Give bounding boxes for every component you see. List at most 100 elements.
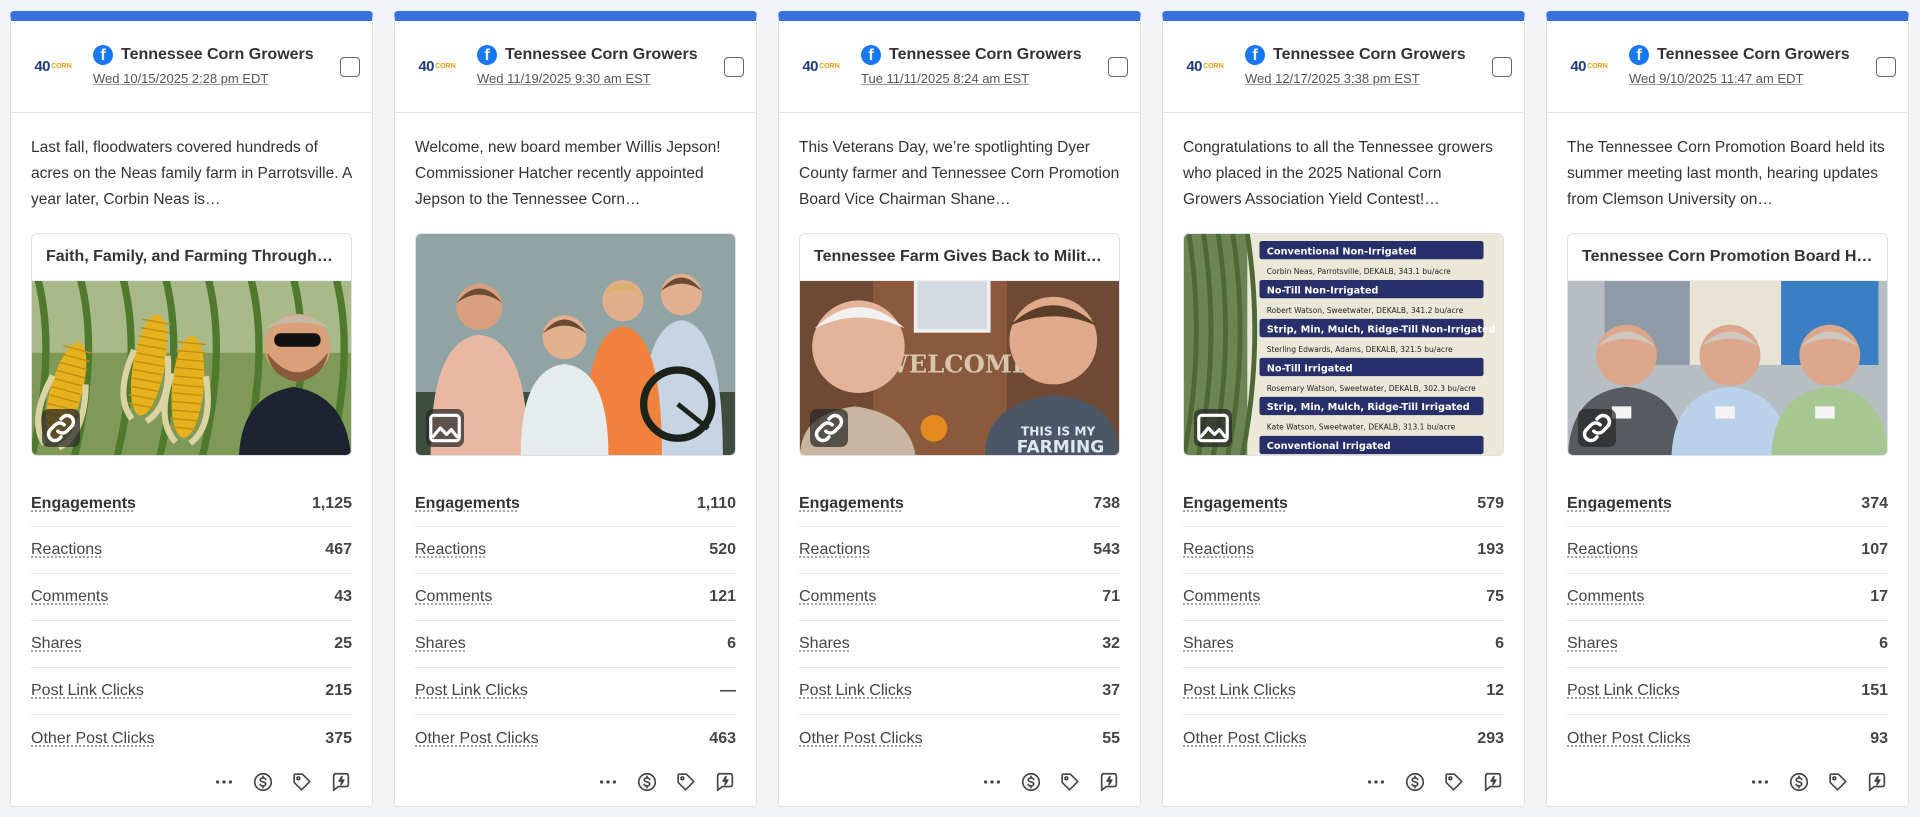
tag-post-button[interactable] [1059,771,1081,793]
other-post-clicks-metric: Other Post Clicks 293 [1183,715,1504,762]
metric-value: 32 [1102,635,1120,652]
metric-label[interactable]: Comments [1567,588,1644,606]
post-media[interactable]: Tennessee Farm Gives Back to Milit… WELC… [799,233,1120,456]
metric-value: 579 [1477,495,1504,512]
post-date-link[interactable]: Wed 10/15/2025 2:28 pm EDT [93,71,268,86]
post-media[interactable]: Tennessee Corn Promotion Board H… [1567,233,1888,456]
post-header: 40 CORN f Tennessee Corn Growers Wed 9/10… [1547,21,1908,113]
post-date-link[interactable]: Wed 9/10/2025 11:47 am EDT [1629,71,1803,86]
post-date-link[interactable]: Tue 11/11/2025 8:24 am EST [861,71,1029,86]
more-actions-button[interactable] [597,771,619,793]
metric-label[interactable]: Shares [1183,635,1234,653]
metric-value: 93 [1870,729,1888,747]
metric-label[interactable]: Post Link Clicks [1183,682,1296,700]
link-icon [42,409,80,447]
account-row: f Tennessee Corn Growers [1245,45,1492,65]
reply-button[interactable] [1866,771,1888,793]
select-post-checkbox[interactable] [1492,56,1512,77]
account-logo: 40 CORN [34,58,72,75]
select-post-checkbox[interactable] [340,56,360,77]
post-card[interactable]: 40 CORN f Tennessee Corn Growers Wed 10/1… [10,11,373,807]
post-media[interactable]: Faith, Family, and Farming Through … [31,233,352,456]
reply-button[interactable] [1482,771,1504,793]
shirt-text: FARMING [1017,438,1105,455]
metric-label[interactable]: Other Post Clicks [1567,730,1691,748]
boost-icon [714,771,736,793]
post-body: Welcome, new board member Willis Jepson!… [395,113,756,762]
account-name[interactable]: Tennessee Corn Growers [1273,46,1466,64]
metric-label[interactable]: Post Link Clicks [799,682,912,700]
tag-post-button[interactable] [1827,771,1849,793]
metric-label[interactable]: Comments [415,588,492,606]
media-image: WELCOME THIS IS MY FARMING [800,281,1119,455]
post-media[interactable] [415,233,736,456]
select-post-checkbox[interactable] [1876,56,1896,77]
post-media[interactable]: Conventional Non-Irrigated Corbin Neas, P… [1183,233,1504,456]
more-icon [597,771,619,793]
metric-label[interactable]: Reactions [799,541,870,559]
account-name[interactable]: Tennessee Corn Growers [505,46,698,64]
more-actions-button[interactable] [981,771,1003,793]
tag-icon [1827,771,1849,793]
metric-label[interactable]: Engagements [31,495,136,513]
post-card[interactable]: 40 CORN f Tennessee Corn Growers Tue 11/1… [778,11,1141,807]
post-actions [779,762,1140,802]
tag-post-button[interactable] [291,771,313,793]
reply-button[interactable] [714,771,736,793]
post-text: This Veterans Day, we’re spotlighting Dy… [799,139,1120,208]
metric-label[interactable]: Other Post Clicks [799,730,923,748]
metric-value: 6 [727,635,736,652]
post-date-link[interactable]: Wed 12/17/2025 3:38 pm EST [1245,71,1420,86]
post-actions [1163,762,1524,802]
metric-label[interactable]: Reactions [31,541,102,559]
metric-label[interactable]: Shares [1567,635,1618,653]
metric-label[interactable]: Post Link Clicks [415,682,528,700]
metric-label[interactable]: Other Post Clicks [31,730,155,748]
metric-label[interactable]: Post Link Clicks [1567,682,1680,700]
boost-post-button[interactable] [1404,771,1426,793]
tag-icon [1059,771,1081,793]
metric-label[interactable]: Comments [1183,588,1260,606]
metric-label[interactable]: Comments [799,588,876,606]
reply-button[interactable] [330,771,352,793]
engagements-metric: Engagements 738 [799,482,1120,527]
metric-label[interactable]: Shares [31,635,82,653]
account-name[interactable]: Tennessee Corn Growers [121,46,314,64]
tag-icon [291,771,313,793]
more-actions-button[interactable] [1365,771,1387,793]
metric-label[interactable]: Engagements [1567,495,1672,513]
metric-label[interactable]: Post Link Clicks [31,682,144,700]
boost-post-button[interactable] [636,771,658,793]
post-actions [395,762,756,802]
select-post-checkbox[interactable] [724,56,744,77]
metric-label[interactable]: Engagements [415,495,520,513]
metric-label[interactable]: Comments [31,588,108,606]
account-name[interactable]: Tennessee Corn Growers [1657,46,1850,64]
select-post-checkbox[interactable] [1108,56,1128,77]
tag-post-button[interactable] [675,771,697,793]
boost-post-button[interactable] [252,771,274,793]
post-card[interactable]: 40 CORN f Tennessee Corn Growers Wed 9/10… [1546,11,1909,807]
boost-post-button[interactable] [1788,771,1810,793]
metric-label[interactable]: Reactions [415,541,486,559]
boost-icon [1866,771,1888,793]
metric-label[interactable]: Shares [415,635,466,653]
metric-value: 193 [1477,541,1504,558]
more-actions-button[interactable] [213,771,235,793]
post-date-link[interactable]: Wed 11/19/2025 9:30 am EST [477,71,651,86]
metric-label[interactable]: Other Post Clicks [415,730,539,748]
boost-post-button[interactable] [1020,771,1042,793]
more-actions-button[interactable] [1749,771,1771,793]
metric-label[interactable]: Reactions [1567,541,1638,559]
metric-label[interactable]: Reactions [1183,541,1254,559]
reply-button[interactable] [1098,771,1120,793]
reactions-metric: Reactions 193 [1183,527,1504,574]
metric-label[interactable]: Shares [799,635,850,653]
account-name[interactable]: Tennessee Corn Growers [889,46,1082,64]
metric-label[interactable]: Engagements [799,495,904,513]
metric-label[interactable]: Engagements [1183,495,1288,513]
tag-post-button[interactable] [1443,771,1465,793]
post-card[interactable]: 40 CORN f Tennessee Corn Growers Wed 11/1… [394,11,757,807]
post-card[interactable]: 40 CORN f Tennessee Corn Growers Wed 12/1… [1162,11,1525,807]
metric-label[interactable]: Other Post Clicks [1183,730,1307,748]
